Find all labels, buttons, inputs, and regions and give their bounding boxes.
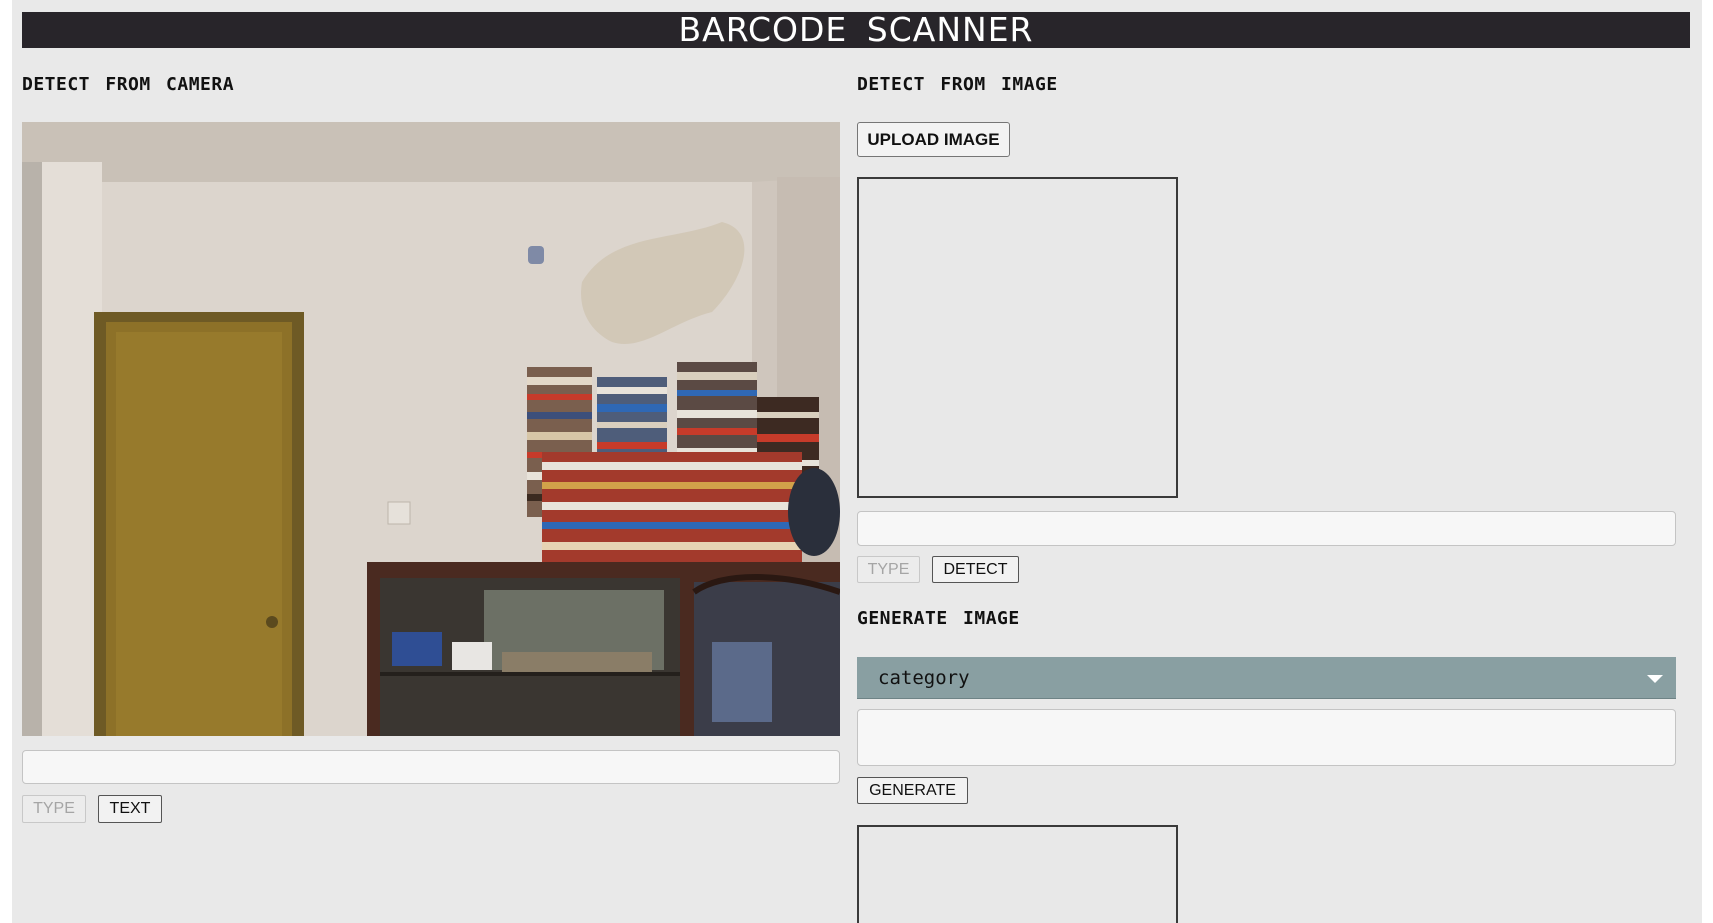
app-title: BARCODE SCANNER <box>22 12 1690 48</box>
camera-video-feed <box>22 122 840 736</box>
generate-text-input[interactable] <box>857 709 1676 766</box>
category-select-value: category <box>878 667 970 689</box>
camera-section-heading: DETECT FROM CAMERA <box>22 74 235 95</box>
image-section-heading: DETECT FROM IMAGE <box>857 74 1058 95</box>
detect-button[interactable]: DETECT <box>932 556 1019 583</box>
image-result-field[interactable] <box>857 511 1676 546</box>
category-select[interactable]: category <box>857 657 1676 699</box>
upload-image-button[interactable]: UPLOAD IMAGE <box>857 122 1010 157</box>
camera-text-button[interactable]: TEXT <box>98 795 162 823</box>
chevron-down-icon <box>1647 675 1663 683</box>
generate-button[interactable]: GENERATE <box>857 777 968 804</box>
generate-section-heading: GENERATE IMAGE <box>857 608 1020 629</box>
image-type-button: TYPE <box>857 556 920 583</box>
app-page: BARCODE SCANNER DETECT FROM CAMERA TYPE … <box>12 0 1702 923</box>
camera-result-field[interactable] <box>22 750 840 784</box>
generated-image-preview <box>857 825 1178 923</box>
uploaded-image-preview <box>857 177 1178 498</box>
camera-type-button: TYPE <box>22 795 86 823</box>
